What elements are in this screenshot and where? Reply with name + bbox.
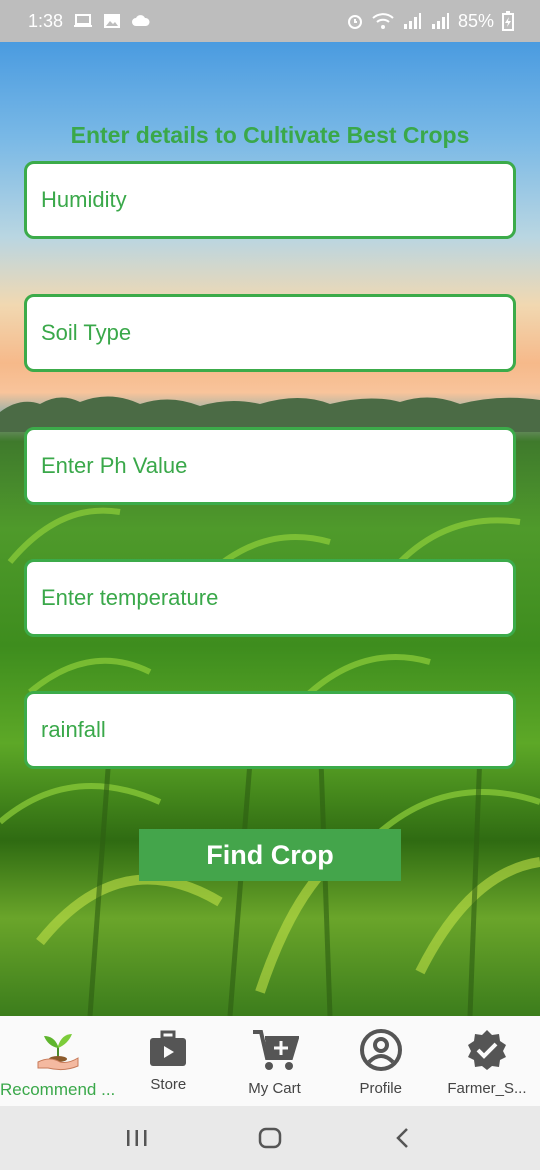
nav-item-profile[interactable]: Profile bbox=[328, 1016, 434, 1106]
nav-item-store[interactable]: Store bbox=[115, 1016, 221, 1106]
signal-icon bbox=[430, 12, 450, 30]
temperature-field[interactable] bbox=[24, 559, 516, 637]
wifi-icon bbox=[372, 12, 394, 30]
nav-item-farmer-s[interactable]: Farmer_S... bbox=[434, 1016, 540, 1106]
recents-icon[interactable] bbox=[107, 1118, 167, 1158]
temperature-input[interactable] bbox=[41, 585, 513, 611]
nav-label-profile: Profile bbox=[359, 1080, 402, 1097]
image-icon bbox=[103, 13, 121, 29]
nav-label-store: Store bbox=[150, 1076, 187, 1093]
rainfall-input[interactable] bbox=[41, 717, 513, 743]
humidity-input[interactable] bbox=[41, 187, 513, 213]
soil-type-field[interactable] bbox=[24, 294, 516, 372]
status-right: 85% bbox=[346, 11, 514, 32]
cloud-icon bbox=[131, 13, 151, 29]
battery-percent: 85% bbox=[457, 10, 494, 31]
status-bar: 1:38 85% bbox=[0, 0, 540, 42]
page-title: Enter details to Cultivate Best Crops bbox=[70, 122, 470, 148]
nav-item-my-cart[interactable]: My Cart bbox=[221, 1016, 327, 1106]
battery-charging-icon bbox=[502, 11, 514, 31]
back-icon[interactable] bbox=[373, 1118, 433, 1158]
plant-hand-icon bbox=[34, 1028, 82, 1076]
store-bag-icon bbox=[148, 1028, 188, 1072]
rainfall-field[interactable] bbox=[24, 691, 516, 769]
ph-value-field[interactable] bbox=[24, 427, 516, 505]
laptop-icon bbox=[73, 13, 93, 29]
nav-label-farmer-s: Farmer_S... bbox=[447, 1080, 527, 1097]
humidity-field[interactable] bbox=[24, 161, 516, 239]
find-crop-button[interactable]: Find Crop bbox=[139, 829, 401, 881]
ph-value-input[interactable] bbox=[41, 453, 513, 479]
status-time: 1:38 bbox=[28, 10, 64, 31]
profile-icon bbox=[359, 1028, 403, 1076]
nav-label-recommend: Recommend ... bbox=[0, 1080, 116, 1099]
signal-icon bbox=[402, 12, 422, 30]
nav-item-recommend[interactable]: Recommend ... bbox=[0, 1016, 115, 1106]
system-nav-bar bbox=[0, 1106, 540, 1170]
status-left: 1:38 bbox=[28, 11, 151, 32]
background-scene: Enter details to Cultivate Best Crops Fi… bbox=[0, 42, 540, 1016]
soil-type-input[interactable] bbox=[41, 320, 513, 346]
nav-label-my-cart: My Cart bbox=[248, 1080, 301, 1097]
verified-badge-icon bbox=[465, 1028, 509, 1076]
cart-add-icon bbox=[251, 1028, 300, 1076]
bottom-nav: Recommend ... Store My Cart Profile Farm… bbox=[0, 1016, 540, 1106]
home-icon[interactable] bbox=[240, 1118, 300, 1158]
alarm-icon bbox=[346, 12, 364, 30]
